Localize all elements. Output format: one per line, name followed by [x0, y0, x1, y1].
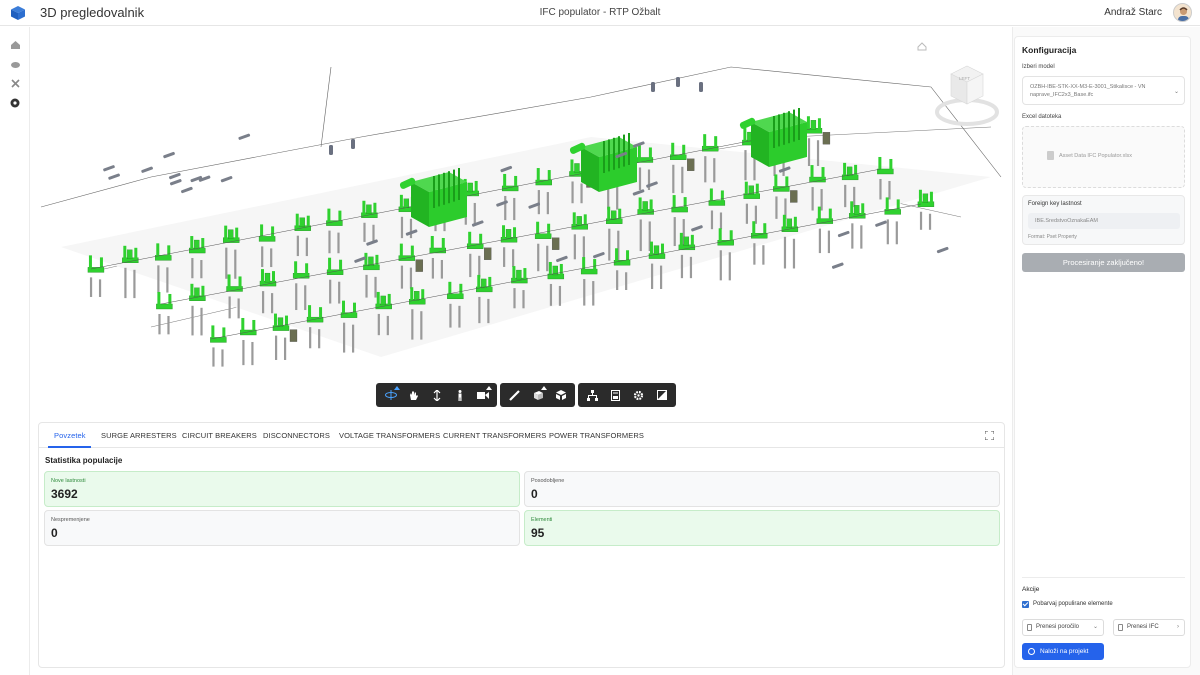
tab-surge-arresters[interactable]: SURGE ARRESTERS: [101, 431, 177, 440]
view-cube-label: LEFT: [959, 76, 970, 81]
walk-person-icon[interactable]: [448, 385, 471, 405]
config-title: Konfiguracija: [1022, 45, 1077, 55]
fullscreen-icon[interactable]: [650, 385, 673, 405]
view-cube[interactable]: LEFT: [931, 62, 1003, 135]
home-icon[interactable]: [6, 37, 24, 53]
fk-label: Foreign key lastnost: [1028, 201, 1082, 207]
app-title: 3D pregledovalnik: [40, 5, 145, 20]
cube-logo-icon: [11, 6, 25, 20]
substation-model[interactable]: [31, 27, 1011, 417]
excel-dropzone[interactable]: Asset Data IFC Populator.xlsx: [1022, 126, 1185, 188]
viewer-toolbar: [376, 383, 679, 407]
pan-hand-icon[interactable]: [402, 385, 425, 405]
download-report-label: Prenesi poročilo: [1036, 624, 1080, 630]
download-ifc-button[interactable]: Prenesi IFC ›: [1113, 619, 1185, 636]
upload-icon: [1028, 648, 1035, 655]
explode-cube-icon[interactable]: [549, 385, 572, 405]
tools-icon[interactable]: [6, 75, 24, 91]
foreign-key-box: Foreign key lastnost IBE.SredstvoOznakaE…: [1022, 195, 1185, 245]
stat-card-elements: Elementi 95: [524, 510, 1000, 546]
camera-icon[interactable]: [471, 385, 494, 405]
left-rail: [0, 27, 30, 675]
checkbox-label: Pobarvaj populirane elemente: [1033, 601, 1113, 607]
3d-viewer[interactable]: LEFT: [31, 27, 1011, 417]
expand-icon[interactable]: [985, 431, 994, 440]
fk-format: Format: Pset Property: [1028, 234, 1077, 240]
file-icon: [1047, 151, 1054, 160]
color-populated-checkbox[interactable]: [1022, 601, 1029, 608]
process-button[interactable]: Procesiranje zaključeno!: [1022, 253, 1185, 272]
user-name[interactable]: Andraž Starc: [1104, 7, 1162, 18]
stat-value: 3692: [51, 487, 78, 501]
excel-file-name: Asset Data IFC Populator.xlsx: [1059, 153, 1133, 159]
stat-card-new: Nove lastnosti 3692: [44, 471, 520, 507]
download-ifc-label: Prenesi IFC: [1127, 624, 1159, 630]
measure-icon[interactable]: [503, 385, 526, 405]
model-tree-icon[interactable]: [581, 385, 604, 405]
zoom-icon[interactable]: [425, 385, 448, 405]
avatar[interactable]: [1173, 3, 1192, 22]
chevron-down-icon: ⌄: [1173, 89, 1179, 95]
results-panel: Povzetek SURGE ARRESTERS CIRCUIT BREAKER…: [38, 422, 1005, 668]
properties-icon[interactable]: [604, 385, 627, 405]
download-report-button[interactable]: Prenesi poročilo ⌄: [1022, 619, 1104, 636]
stat-label: Posodobljene: [531, 478, 565, 484]
actions-title: Akcije: [1022, 586, 1040, 593]
stat-value: 0: [531, 487, 538, 501]
stat-label: Elementi: [531, 517, 553, 523]
tab-current-transformers[interactable]: CURRENT TRANSFORMERS: [443, 431, 546, 440]
model-label: Izberi model: [1022, 64, 1055, 70]
stat-value: 95: [531, 526, 545, 540]
stat-card-updated: Posodobljene 0: [524, 471, 1000, 507]
cloud-icon[interactable]: [6, 56, 24, 72]
chevron-right-icon: ›: [1177, 624, 1179, 630]
stat-label: Nespremenjene: [51, 517, 90, 523]
stat-label: Nove lastnosti: [51, 478, 86, 484]
orbit-icon[interactable]: [379, 385, 402, 405]
top-bar: 3D pregledovalnik IFC populator - RTP Ož…: [0, 0, 1200, 26]
config-panel: Konfiguracija Izberi model OZBH-IBE-STK-…: [1014, 36, 1191, 668]
tab-povzetek[interactable]: Povzetek: [54, 431, 86, 440]
stat-card-unchanged: Nespremenjene 0: [44, 510, 520, 546]
page-title: IFC populator - RTP Ožbalt: [539, 7, 661, 18]
divider: [1022, 577, 1185, 578]
active-tab-indicator: [48, 446, 91, 448]
chevron-down-icon: ⌄: [1092, 624, 1098, 630]
home-view-icon[interactable]: [917, 42, 927, 51]
model-select-value: OZBH-IBE-STK-XX-M3-E-3001_Stikalisce - V…: [1030, 84, 1146, 98]
tab-voltage-transformers[interactable]: VOLTAGE TRANSFORMERS: [339, 431, 440, 440]
upload-project-button[interactable]: Naloži na projekt: [1022, 643, 1104, 660]
document-icon: [1118, 624, 1123, 631]
tab-bar: Povzetek SURGE ARRESTERS CIRCUIT BREAKER…: [39, 423, 1004, 448]
upload-project-label: Naloži na projekt: [1040, 648, 1089, 655]
excel-label: Excel datoteka: [1022, 114, 1062, 120]
settings-icon[interactable]: [6, 95, 24, 111]
stat-value: 0: [51, 526, 58, 540]
document-icon: [1027, 624, 1032, 631]
section-cube-icon[interactable]: [526, 385, 549, 405]
model-select[interactable]: OZBH-IBE-STK-XX-M3-E-3001_Stikalisce - V…: [1022, 76, 1185, 105]
tab-circuit-breakers[interactable]: CIRCUIT BREAKERS: [182, 431, 257, 440]
tab-disconnectors[interactable]: DISCONNECTORS: [263, 431, 330, 440]
tab-power-transformers[interactable]: POWER TRANSFORMERS: [549, 431, 644, 440]
stats-heading: Statistika populacije: [45, 456, 123, 465]
settings-gear-icon[interactable]: [627, 385, 650, 405]
fk-input[interactable]: IBE.SredstvoOznakaEAM: [1028, 213, 1180, 229]
